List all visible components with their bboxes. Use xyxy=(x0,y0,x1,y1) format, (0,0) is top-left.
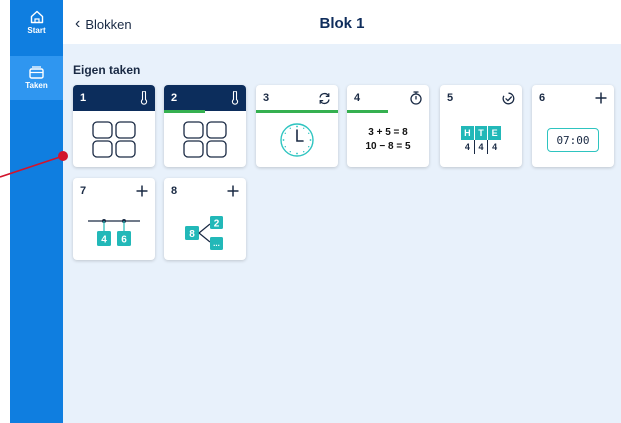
hte-value: 4 xyxy=(492,142,498,152)
card-number: 2 xyxy=(171,92,178,104)
card-number: 1 xyxy=(80,92,87,104)
task-card-4[interactable]: 4 3 + 5 = 8 10 − 8 = 5 xyxy=(347,85,429,167)
analog-clock-icon xyxy=(280,123,314,157)
task-card-1[interactable]: 1 xyxy=(73,85,155,167)
card-number: 8 xyxy=(171,185,178,197)
plus-icon[interactable] xyxy=(136,185,148,197)
main-content: Eigen taken 1 2 3 4 3 + 5 = 8 10 − 8 = 5… xyxy=(63,44,621,423)
section-title: Eigen taken xyxy=(73,63,141,77)
hte-value: 4 xyxy=(475,140,489,154)
stopwatch-icon xyxy=(410,91,422,105)
card-number: 5 xyxy=(447,92,454,104)
number-line-value: 4 xyxy=(101,235,107,246)
check-timer-icon xyxy=(502,92,515,104)
sidebar-item-label: Start xyxy=(27,25,46,35)
hte-value: 4 xyxy=(461,140,475,154)
task-card-2[interactable]: 2 xyxy=(164,85,246,167)
hte-header: H xyxy=(461,126,475,140)
home-icon xyxy=(30,10,43,23)
page-title: Blok 1 xyxy=(319,15,365,32)
four-squares-icon xyxy=(92,121,136,158)
digital-clock: 07:00 xyxy=(547,128,599,152)
hte-header: E xyxy=(488,126,502,140)
sum-line: 10 − 8 = 5 xyxy=(365,141,411,152)
split-root-value: 8 xyxy=(189,229,195,240)
task-card-7[interactable]: 7 4 6 xyxy=(73,178,155,260)
number-line-value: 6 xyxy=(121,235,127,246)
plus-icon[interactable] xyxy=(595,92,607,104)
sidebar-item-label: Taken xyxy=(25,81,48,90)
task-card-5[interactable]: 5 H T E 4 4 4 xyxy=(440,85,522,167)
task-card-8[interactable]: 8 8 2 ... xyxy=(164,178,246,260)
thermometer-icon xyxy=(140,91,148,105)
card-number: 3 xyxy=(263,92,270,104)
sidebar: Start Taken xyxy=(10,0,63,423)
hte-table: H T E 4 4 4 xyxy=(461,126,502,154)
sums-preview: 3 + 5 = 8 10 − 8 = 5 xyxy=(365,126,410,154)
thermometer-icon xyxy=(231,91,239,105)
card-number: 7 xyxy=(80,185,87,197)
four-squares-icon xyxy=(183,121,227,158)
card-number: 4 xyxy=(354,92,361,104)
hte-header: T xyxy=(474,126,489,140)
split-diagram-icon: 8 2 ... xyxy=(185,216,223,250)
number-line-icon: 4 6 xyxy=(88,219,140,246)
refresh-icon xyxy=(319,92,330,104)
sidebar-item-taken[interactable]: Taken xyxy=(10,56,63,100)
split-bottom-value: ... xyxy=(213,239,220,248)
split-top-value: 2 xyxy=(214,219,220,230)
sum-line: 3 + 5 = 8 xyxy=(368,127,408,138)
tasks-icon xyxy=(29,66,44,79)
header: ‹ Blokken Blok 1 xyxy=(63,0,621,44)
plus-icon[interactable] xyxy=(227,185,239,197)
task-card-6[interactable]: 6 07:00 xyxy=(532,85,614,167)
task-card-3[interactable]: 3 xyxy=(256,85,338,167)
sidebar-item-start[interactable]: Start xyxy=(10,0,63,44)
card-number: 6 xyxy=(539,92,546,104)
